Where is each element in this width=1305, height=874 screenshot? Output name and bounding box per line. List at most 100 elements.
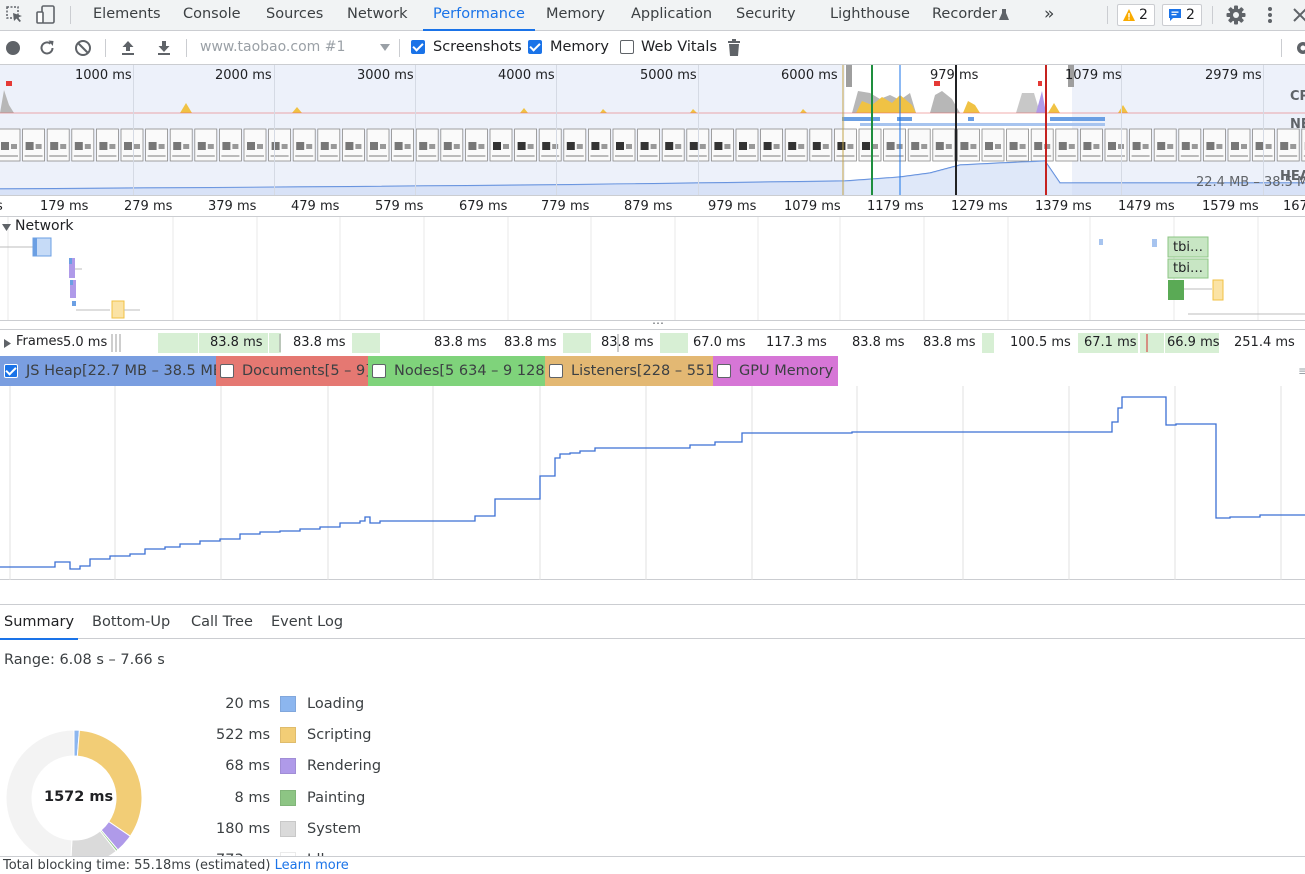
legend-value: 522 ms — [216, 727, 270, 744]
ruler-tick: 579 ms — [375, 199, 424, 214]
legend-swatch — [280, 789, 296, 806]
web-vitals-checkbox[interactable] — [620, 40, 634, 54]
overview-tick: 1000 ms — [75, 68, 132, 83]
overview-tick: 4000 ms — [498, 68, 555, 83]
ruler-tick: 1579 ms — [1202, 199, 1259, 214]
tab-security[interactable]: Security — [736, 0, 796, 30]
donut-slice-scripting — [76, 729, 143, 837]
timeline-overview[interactable]: 1000 ms 2000 ms 3000 ms 4000 ms 5000 ms … — [0, 65, 1305, 195]
ruler-tick: 1379 ms — [1035, 199, 1092, 214]
overview-tick: 2979 ms — [1205, 68, 1262, 83]
overview-tick: 5000 ms — [640, 68, 697, 83]
more-tabs-icon[interactable]: » — [1044, 0, 1054, 30]
memory-counters: JS Heap[22.7 MB – 38.5 MB] Documents[5 –… — [0, 356, 1305, 386]
issues-badge[interactable]: 2 — [1162, 4, 1202, 26]
summary-range: Range: 6.08 s – 7.66 s — [4, 652, 165, 668]
counter-listeners-label: Listeners[228 – 551] — [571, 363, 721, 379]
upload-icon[interactable] — [119, 39, 137, 57]
tab-performance[interactable]: Performance — [423, 0, 535, 31]
counter-documents-checkbox[interactable] — [220, 364, 234, 378]
js-heap-line — [0, 396, 1305, 570]
legend-value: 180 ms — [216, 820, 270, 837]
counter-js-heap-checkbox[interactable] — [4, 364, 18, 378]
ruler-tick: 779 ms — [541, 199, 590, 214]
legend-row-loading: 20 ms Loading — [200, 694, 400, 714]
legend-label: Rendering — [307, 758, 382, 775]
ruler-tick: 379 ms — [208, 199, 257, 214]
screenshots-checkbox[interactable] — [411, 40, 425, 54]
network-track[interactable]: Network tbi… tbi… — [0, 217, 1305, 321]
tab-call-tree[interactable]: Call Tree — [191, 605, 253, 639]
tab-summary[interactable]: Summary — [0, 605, 79, 640]
warning-icon — [1123, 9, 1135, 21]
legend-label: System — [307, 820, 362, 837]
counter-js-heap[interactable]: JS Heap[22.7 MB – 38.5 MB] — [0, 356, 229, 386]
counter-nodes-checkbox[interactable] — [372, 364, 386, 378]
device-toolbar-icon[interactable] — [35, 4, 57, 26]
warnings-badge[interactable]: 2 — [1117, 4, 1155, 26]
summary-total: 1572 ms — [44, 789, 114, 805]
legend-value: 68 ms — [225, 758, 270, 775]
flask-icon — [998, 8, 1010, 22]
tab-application[interactable]: Application — [631, 0, 712, 30]
tab-console[interactable]: Console — [183, 0, 241, 30]
overview-tick: 6000 ms — [781, 68, 838, 83]
ruler-tick: s — [0, 199, 3, 214]
tab-event-log[interactable]: Event Log — [271, 605, 343, 639]
settings-gear-icon[interactable] — [1225, 4, 1247, 26]
capture-settings-gear-icon[interactable] — [1294, 38, 1305, 58]
tab-recorder[interactable]: Recorder — [932, 0, 997, 30]
counters-more-icon[interactable]: ≡ — [1298, 364, 1305, 378]
ruler-tick: 167 — [1283, 199, 1305, 214]
web-vitals-label: Web Vitals — [641, 39, 718, 55]
tab-network[interactable]: Network — [347, 0, 408, 30]
counter-listeners[interactable]: Listeners[228 – 551] — [545, 356, 720, 386]
ruler-tick: 1079 ms — [784, 199, 841, 214]
frames-track[interactable]: Frames 5.0 ms 83.8 ms 83.8 ms 83.8 ms 83… — [0, 329, 1305, 355]
performance-toolbar: www.taobao.com #1 Screenshots Memory Web… — [0, 31, 1305, 65]
reload-icon[interactable] — [38, 39, 56, 57]
legend-swatch — [280, 727, 296, 744]
ruler-tick: 1179 ms — [867, 199, 924, 214]
memory-checkbox[interactable] — [528, 40, 542, 54]
counter-gpu-memory-checkbox[interactable] — [717, 364, 731, 378]
net-track-label: NET — [1290, 117, 1305, 132]
counter-nodes[interactable]: Nodes[5 634 – 9 128] — [368, 356, 550, 386]
network-request-label[interactable]: tbi… — [1173, 261, 1203, 276]
tab-lighthouse[interactable]: Lighthouse — [830, 0, 910, 30]
details-tab-bar: Summary Bottom-Up Call Tree Event Log — [0, 604, 1305, 640]
timeline-ruler: s 179 ms 279 ms 379 ms 479 ms 579 ms 679 ms 779… — [0, 195, 1305, 217]
counter-documents[interactable]: Documents[5 – 9] — [216, 356, 371, 386]
tab-sources[interactable]: Sources — [266, 0, 323, 30]
network-request-label[interactable]: tbi… — [1173, 240, 1203, 255]
counter-gpu-memory[interactable]: GPU Memory — [713, 356, 838, 386]
legend-row-painting: 8 ms Painting — [200, 788, 400, 808]
legend-swatch — [280, 696, 296, 712]
inspect-element-icon[interactable] — [5, 5, 25, 25]
counter-js-heap-label: JS Heap[22.7 MB – 38.5 MB] — [26, 363, 229, 379]
learn-more-link[interactable]: Learn more — [275, 858, 349, 873]
legend-value: 20 ms — [225, 696, 270, 712]
overview-tick: 1079 ms — [1065, 68, 1122, 83]
record-icon[interactable] — [5, 40, 21, 56]
download-icon[interactable] — [155, 39, 173, 57]
tab-memory[interactable]: Memory — [546, 0, 605, 30]
ruler-tick: 1479 ms — [1118, 199, 1175, 214]
counter-nodes-label: Nodes[5 634 – 9 128] — [394, 363, 551, 379]
message-icon — [1169, 9, 1181, 21]
ruler-tick: 279 ms — [124, 199, 173, 214]
recording-select[interactable]: www.taobao.com #1 — [200, 39, 390, 57]
close-devtools-icon[interactable] — [1291, 6, 1305, 24]
screenshots-label: Screenshots — [433, 39, 522, 55]
ruler-tick: 879 ms — [624, 199, 673, 214]
customize-menu-icon[interactable] — [1262, 5, 1278, 25]
counter-gpu-memory-label: GPU Memory — [739, 363, 834, 379]
tab-bottom-up[interactable]: Bottom-Up — [92, 605, 170, 639]
trash-icon[interactable] — [726, 38, 742, 58]
track-resize-handle[interactable]: … — [652, 313, 664, 327]
overview-tick: 979 ms — [930, 68, 979, 83]
clear-icon[interactable] — [74, 39, 92, 57]
counter-listeners-checkbox[interactable] — [549, 364, 563, 378]
tab-elements[interactable]: Elements — [93, 0, 161, 30]
js-heap-graph[interactable] — [0, 386, 1305, 580]
